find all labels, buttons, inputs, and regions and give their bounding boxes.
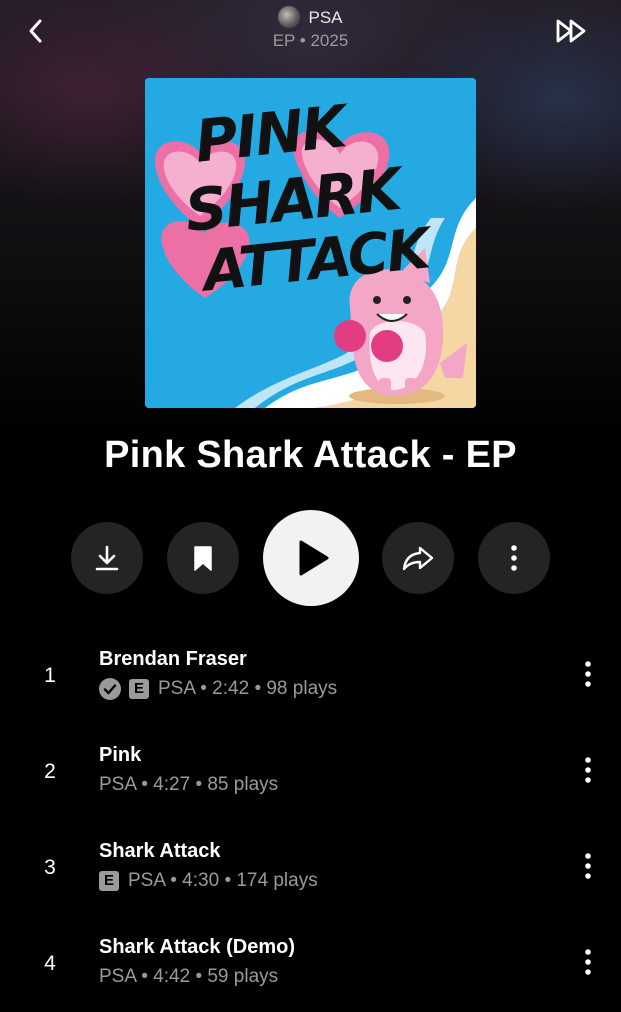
track-number: 1 bbox=[44, 664, 56, 687]
track-more-button[interactable] bbox=[578, 946, 598, 978]
track-meta: PSA • 4:42 • 59 plays bbox=[99, 966, 279, 987]
explicit-badge: E bbox=[129, 679, 149, 699]
fast-forward-button[interactable] bbox=[552, 16, 592, 46]
track-meta: PSA • 2:42 • 98 plays bbox=[158, 678, 338, 699]
track-meta-line: PSA • 4:27 • 85 plays bbox=[99, 774, 278, 796]
track-row[interactable]: 2 Pink PSA • 4:27 • 85 plays bbox=[0, 724, 621, 820]
fast-forward-icon bbox=[556, 19, 586, 43]
download-button[interactable] bbox=[71, 522, 143, 594]
save-button[interactable] bbox=[167, 522, 239, 594]
track-more-button[interactable] bbox=[578, 850, 598, 882]
share-button[interactable] bbox=[382, 522, 454, 594]
share-icon bbox=[402, 546, 434, 571]
track-row[interactable]: 4 Shark Attack (Demo) PSA • 4:42 • 59 pl… bbox=[0, 916, 621, 1012]
verified-check-icon bbox=[99, 678, 121, 700]
track-row[interactable]: 1 Brendan Fraser E PSA • 2:42 • 98 plays bbox=[0, 628, 621, 724]
bookmark-icon bbox=[194, 546, 212, 571]
track-number: 2 bbox=[44, 760, 56, 783]
album-artwork: PINK SHARK ATTACK bbox=[145, 78, 476, 408]
track-meta-line: E PSA • 4:30 • 174 plays bbox=[99, 870, 318, 892]
album-title: Pink Shark Attack - EP bbox=[104, 434, 517, 476]
track-meta-line: E PSA • 2:42 • 98 plays bbox=[99, 678, 337, 700]
track-more-button[interactable] bbox=[578, 658, 598, 690]
more-vertical-icon bbox=[585, 949, 591, 975]
more-vertical-icon bbox=[511, 545, 517, 571]
artist-avatar bbox=[278, 6, 301, 28]
header-artist-name: PSA bbox=[308, 8, 343, 27]
track-title: Pink bbox=[99, 744, 142, 766]
play-button[interactable] bbox=[263, 510, 359, 606]
track-meta: PSA • 4:27 • 85 plays bbox=[99, 774, 279, 795]
more-vertical-icon bbox=[585, 661, 591, 687]
track-number: 3 bbox=[44, 856, 56, 879]
track-row[interactable]: 3 Shark Attack E PSA • 4:30 • 174 plays bbox=[0, 820, 621, 916]
track-meta: PSA • 4:30 • 174 plays bbox=[128, 870, 318, 891]
track-number: 4 bbox=[44, 952, 56, 975]
track-title: Shark Attack (Demo) bbox=[99, 936, 295, 958]
play-icon bbox=[299, 540, 329, 576]
more-vertical-icon bbox=[585, 757, 591, 783]
explicit-badge: E bbox=[99, 871, 119, 891]
track-title: Brendan Fraser bbox=[99, 648, 247, 670]
more-vertical-icon bbox=[585, 853, 591, 879]
track-title: Shark Attack bbox=[99, 840, 221, 862]
track-meta-line: PSA • 4:42 • 59 plays bbox=[99, 966, 278, 988]
more-options-button[interactable] bbox=[478, 522, 550, 594]
header-release-meta: EP • 2025 bbox=[272, 31, 349, 50]
download-icon bbox=[95, 545, 119, 571]
header-artist[interactable]: PSA bbox=[0, 6, 621, 28]
track-more-button[interactable] bbox=[578, 754, 598, 786]
